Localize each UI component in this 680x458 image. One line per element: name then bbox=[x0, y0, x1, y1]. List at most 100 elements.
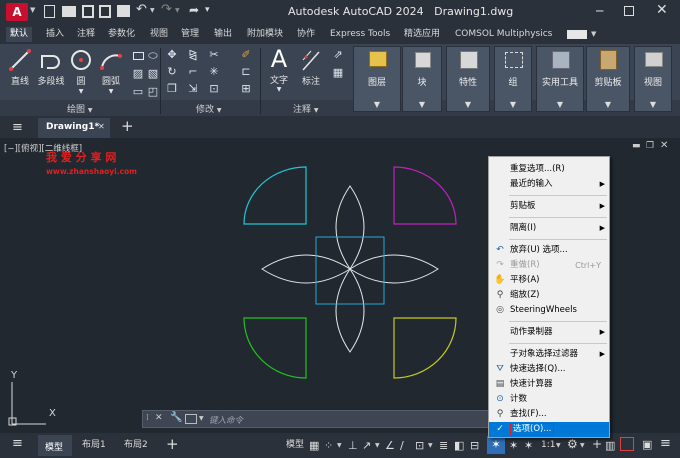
tab-output[interactable]: 输出 bbox=[210, 27, 236, 42]
circle-dropdown-icon[interactable]: ▼ bbox=[70, 88, 92, 95]
qat-customize-icon[interactable]: ▾ bbox=[205, 5, 210, 15]
tab-insert[interactable]: 插入 bbox=[42, 27, 68, 42]
circle-tool[interactable]: 圆 ▼ bbox=[70, 48, 92, 96]
hatch-icon[interactable]: ▨ bbox=[131, 67, 145, 81]
menu-item-redo[interactable]: ↷ 重做(R) Ctrl+Y bbox=[489, 258, 609, 273]
gradient-icon[interactable]: ▧ bbox=[146, 67, 160, 81]
tab-model[interactable]: 模型 bbox=[38, 435, 72, 456]
block-panel[interactable]: 块 ▼ bbox=[402, 46, 442, 112]
polar-icon[interactable]: ↗ bbox=[362, 439, 371, 452]
menu-item-quickcalc[interactable]: ▤ 快速计算器 bbox=[489, 377, 609, 392]
tab-featured-apps[interactable]: 精选应用 bbox=[400, 27, 444, 42]
object-snap-dropdown-icon[interactable]: ▼ bbox=[428, 442, 433, 449]
copy-icon[interactable]: ❐ bbox=[165, 82, 179, 96]
command-line[interactable]: ⁞ ✕ 🔧 ▼ 键入命令 bbox=[142, 410, 490, 428]
line-tool[interactable]: 直线 bbox=[6, 48, 34, 88]
annotation-scale-dropdown-icon[interactable]: ▼ bbox=[556, 442, 561, 449]
menu-item-zoom[interactable]: ⚲ 缩放(Z) bbox=[489, 288, 609, 303]
arc-dropdown-icon[interactable]: ▼ bbox=[98, 88, 124, 95]
menu-item-clipboard[interactable]: 剪贴板 ▶ bbox=[489, 199, 609, 214]
lineweight-icon[interactable]: ≣ bbox=[439, 439, 448, 452]
tab-manage[interactable]: 管理 bbox=[177, 27, 203, 42]
qat-new-icon[interactable] bbox=[44, 5, 55, 18]
command-close-icon[interactable]: ✕ bbox=[155, 413, 163, 423]
workspace-gear-icon[interactable]: ⚙ bbox=[567, 437, 578, 451]
polyline-tool[interactable]: 多段线 bbox=[35, 48, 67, 88]
annotation-monitor-icon[interactable]: + bbox=[592, 437, 602, 451]
trim-icon[interactable]: ✂ bbox=[207, 48, 221, 62]
layout-menu-icon[interactable]: ≡ bbox=[12, 436, 23, 451]
transparency-icon[interactable]: ◧ bbox=[454, 439, 464, 452]
tab-comsol[interactable]: COMSOL Multiphysics bbox=[451, 27, 556, 42]
menu-item-count[interactable]: ⊙ 计数 bbox=[489, 392, 609, 407]
scale-icon[interactable]: ⊡ bbox=[207, 82, 221, 96]
move-icon[interactable]: ✥ bbox=[165, 48, 179, 62]
ribbon-toggle-button[interactable] bbox=[567, 30, 587, 39]
rectangle-icon[interactable] bbox=[131, 49, 145, 63]
menu-item-action-recorder[interactable]: 动作录制器 ▶ bbox=[489, 325, 609, 340]
layers-panel[interactable]: 图层 ▼ bbox=[353, 46, 401, 112]
command-customize-icon[interactable]: 🔧 bbox=[170, 412, 182, 423]
units-icon[interactable]: ▥ bbox=[605, 439, 615, 452]
properties-panel[interactable]: 特性 ▼ bbox=[446, 46, 490, 112]
fillet-icon[interactable]: ⌐ bbox=[186, 65, 200, 79]
text-dropdown-icon[interactable]: ▼ bbox=[266, 86, 292, 93]
groups-panel[interactable]: 组 ▼ bbox=[494, 46, 532, 112]
region-icon[interactable]: ◰ bbox=[146, 85, 160, 99]
tab-parametric[interactable]: 参数化 bbox=[104, 27, 139, 42]
mirror-icon[interactable]: ⧎ bbox=[186, 48, 200, 62]
tab-collaborate[interactable]: 协作 bbox=[293, 27, 319, 42]
menu-item-steeringwheels[interactable]: ◎ SteeringWheels bbox=[489, 303, 609, 318]
annotation-visibility-icon[interactable]: ✶ bbox=[487, 436, 505, 454]
ribbon-toggle-dropdown-icon[interactable]: ▼ bbox=[591, 30, 596, 38]
qat-saveas-icon[interactable] bbox=[99, 5, 111, 18]
logo-dropdown-icon[interactable]: ▼ bbox=[30, 6, 35, 14]
qat-share-icon[interactable]: ➦ bbox=[189, 3, 199, 17]
clipboard-panel[interactable]: 剪贴板 ▼ bbox=[586, 46, 630, 112]
menu-item-undo[interactable]: ↶ 放弃(U) 选项... bbox=[489, 243, 609, 258]
array-icon[interactable]: ⊞ bbox=[239, 82, 253, 96]
leader-icon[interactable]: ⇗ bbox=[331, 48, 345, 62]
hamburger-menu-icon[interactable]: ≡ bbox=[12, 120, 23, 135]
modify-panel-title[interactable]: 修改 ▼ bbox=[196, 102, 222, 115]
offset-icon[interactable]: ⊏ bbox=[239, 65, 253, 79]
view-panel[interactable]: 视图 ▼ bbox=[634, 46, 672, 112]
stretch-icon[interactable]: ⇲ bbox=[186, 82, 200, 96]
command-input[interactable]: 键入命令 bbox=[209, 414, 243, 426]
qat-redo-dropdown-icon[interactable]: ▼ bbox=[175, 7, 180, 14]
annotate-panel-title[interactable]: 注释 ▼ bbox=[293, 102, 319, 115]
qat-undo-icon[interactable]: ↶ bbox=[136, 2, 147, 17]
new-tab-icon[interactable]: + bbox=[121, 117, 134, 135]
grid-icon[interactable]: ▦ bbox=[309, 439, 319, 452]
workspace-dropdown-icon[interactable]: ▼ bbox=[580, 442, 585, 449]
menu-item-recent-input[interactable]: 最近的输入 ▶ bbox=[489, 177, 609, 192]
qat-save-icon[interactable] bbox=[82, 5, 94, 18]
autocad-logo[interactable]: A bbox=[6, 3, 28, 21]
maximize-button[interactable] bbox=[624, 6, 634, 16]
qat-redo-icon[interactable]: ↷ bbox=[161, 2, 172, 17]
menu-item-isolate[interactable]: 隔离(I) ▶ bbox=[489, 221, 609, 236]
object-snap-tracking-icon[interactable]: ∕ bbox=[400, 439, 404, 452]
menu-item-options[interactable]: ✓ 选项(O)... bbox=[489, 422, 609, 437]
polar-dropdown-icon[interactable]: ▼ bbox=[375, 442, 380, 449]
qat-undo-dropdown-icon[interactable]: ▼ bbox=[150, 7, 155, 14]
object-snap-icon[interactable]: ⊡ bbox=[415, 439, 424, 452]
isolate-objects-icon[interactable] bbox=[620, 437, 634, 451]
menu-item-pan[interactable]: ✋ 平移(A) bbox=[489, 273, 609, 288]
menu-item-quick-select[interactable]: ⛛ 快速选择(Q)... bbox=[489, 362, 609, 377]
menu-item-find[interactable]: ⚲ 查找(F)... bbox=[489, 407, 609, 422]
tab-express-tools[interactable]: Express Tools bbox=[326, 27, 394, 42]
ellipse-icon[interactable]: ⬭ bbox=[146, 49, 160, 63]
document-tab[interactable]: Drawing1* ✕ bbox=[38, 118, 110, 138]
utilities-panel[interactable]: 实用工具 ▼ bbox=[536, 46, 584, 112]
text-tool[interactable]: A 文字 ▼ bbox=[266, 46, 292, 98]
annotation-scale-icon[interactable]: ✶ bbox=[524, 439, 533, 452]
erase-icon[interactable]: ✐ bbox=[239, 48, 253, 62]
qat-plot-icon[interactable] bbox=[117, 5, 130, 17]
close-tab-icon[interactable]: ✕ bbox=[98, 122, 105, 131]
isodraft-icon[interactable]: ∠ bbox=[385, 439, 395, 452]
table-icon[interactable]: ▦ bbox=[331, 66, 345, 80]
model-space-button[interactable]: 模型 bbox=[283, 438, 307, 453]
explode-icon[interactable]: ✳ bbox=[207, 65, 221, 79]
menu-item-repeat-options[interactable]: 重复选项...(R) bbox=[489, 162, 609, 177]
